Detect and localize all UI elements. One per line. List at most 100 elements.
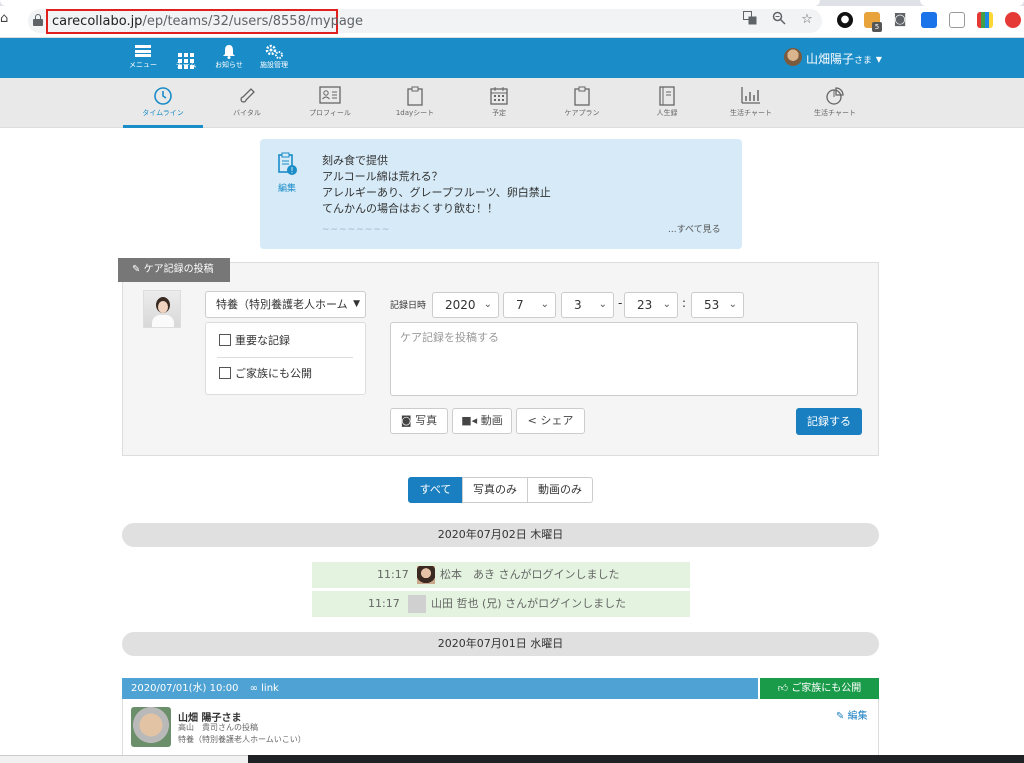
tab-life-record[interactable]: 人生録 bbox=[627, 78, 707, 128]
login-time: 11:17 bbox=[368, 597, 400, 610]
tab-1day-sheet-label: 1dayシート bbox=[395, 109, 435, 117]
tab-timeline-label: タイムライン bbox=[142, 109, 184, 117]
family-public-badge: 👍︎ ご家族にも公開 bbox=[760, 678, 879, 699]
camera-extension-icon[interactable]: ◙ bbox=[892, 12, 908, 28]
video-camera-icon: ■◂ bbox=[461, 414, 478, 427]
login-message: 松本 あき さんがログインしました bbox=[440, 568, 620, 581]
date-divider: 2020年07月02日 木曜日 bbox=[122, 523, 879, 547]
nav-notifications[interactable]: お知らせ bbox=[211, 38, 247, 78]
tab-schedule[interactable]: 予定 bbox=[459, 78, 539, 128]
pdf-extension-icon[interactable] bbox=[949, 12, 965, 28]
tab-profile-label: プロフィール bbox=[309, 109, 351, 117]
url-text[interactable]: carecollabo.jp/ep/teams/32/users/8558/my… bbox=[52, 14, 363, 29]
nav-menu[interactable]: メニュー bbox=[126, 38, 160, 78]
bookmark-star-icon[interactable]: ☆ bbox=[798, 11, 816, 29]
translate-icon[interactable] bbox=[741, 11, 759, 29]
tab-1day-sheet[interactable]: 1dayシート bbox=[375, 78, 455, 128]
day-select[interactable]: 3 ⌄ bbox=[561, 292, 614, 318]
filter-all[interactable]: すべて bbox=[408, 477, 463, 503]
lock-icon[interactable] bbox=[33, 14, 43, 26]
notice-edit-label: 編集 bbox=[277, 184, 296, 194]
checkbox-icon bbox=[219, 367, 231, 379]
tab-profile[interactable]: プロフィール bbox=[290, 78, 370, 128]
family-public-checkbox[interactable]: ご家族にも公開 bbox=[219, 365, 312, 381]
camera-icon: ◙ bbox=[400, 414, 412, 427]
chevron-down-icon: ▾ bbox=[875, 52, 882, 66]
tab-life-record-label: 人生録 bbox=[656, 109, 678, 117]
tab-careplan[interactable]: ケアプラン bbox=[542, 78, 622, 128]
submit-record-button[interactable]: 記録する bbox=[796, 408, 862, 435]
active-browser-tab[interactable] bbox=[0, 0, 820, 6]
login-message: 山田 哲也 (兄) さんがログインしました bbox=[431, 597, 627, 610]
window-extension-icon[interactable] bbox=[921, 12, 937, 28]
date-time-separator: - bbox=[618, 296, 623, 310]
bar-chart-icon bbox=[711, 78, 791, 108]
notice-faded-text: ~~~~~~~~ bbox=[322, 225, 391, 235]
extension-badge-count: 5 bbox=[872, 22, 882, 32]
poster-avatar bbox=[143, 290, 181, 328]
home-icon[interactable]: ⌂ bbox=[0, 12, 14, 26]
chevron-down-icon: ⌄ bbox=[728, 299, 737, 310]
clipboard-icon bbox=[542, 78, 622, 108]
color-extension-icon[interactable] bbox=[977, 12, 993, 28]
care-record-textarea[interactable]: ケア記録を投稿する bbox=[390, 322, 858, 396]
tab-vital[interactable]: バイタル bbox=[207, 78, 287, 128]
nav-menu-label: メニュー bbox=[129, 61, 157, 69]
notice-edit-button[interactable]: ! 編集 bbox=[274, 152, 300, 194]
notice-line: アルコール綿は荒れる？ bbox=[322, 170, 443, 183]
thermometer-icon bbox=[207, 78, 287, 108]
record-link[interactable]: ∞ link bbox=[250, 683, 279, 694]
grid-icon bbox=[170, 38, 202, 69]
nav-facility-label: 施設管理 bbox=[260, 61, 288, 69]
photo-button[interactable]: ◙ 写真 bbox=[390, 408, 448, 434]
record-poster: 高山 貴司さんの投稿 bbox=[178, 723, 258, 732]
facility-select[interactable]: 特養（特別養護老人ホーム ▼ bbox=[205, 291, 366, 318]
checkbox-icon bbox=[219, 334, 231, 346]
nav-notifications-label: お知らせ bbox=[215, 61, 243, 69]
hour-select[interactable]: 23 ⌄ bbox=[624, 292, 678, 318]
clipboard-icon bbox=[375, 78, 455, 108]
tab-life-chart[interactable]: 生活チャート bbox=[711, 78, 791, 128]
share-icon: < bbox=[527, 414, 537, 427]
notice-line: てんかんの場合はおくすり飲む！！ bbox=[322, 202, 498, 215]
notice-text: 刻み食で提供 アルコール綿は荒れる？ アレルギーあり、グレープフルーツ、卵白禁止… bbox=[322, 153, 551, 217]
record-header: 2020/07/01(水) 10:00 ∞ link bbox=[122, 678, 758, 699]
tab-life-chart-pie[interactable]: 生活チャート bbox=[795, 78, 875, 128]
nav-team[interactable]: チーム bbox=[170, 38, 202, 78]
login-time: 11:17 bbox=[377, 568, 409, 581]
minute-select[interactable]: 53 ⌄ bbox=[691, 292, 744, 318]
divider bbox=[217, 357, 353, 358]
zoom-icon[interactable] bbox=[770, 11, 788, 29]
avatar bbox=[417, 566, 435, 584]
filter-video-only[interactable]: 動画のみ bbox=[527, 477, 593, 503]
chevron-down-icon: ⌄ bbox=[662, 299, 671, 310]
share-button[interactable]: < シェア bbox=[516, 408, 585, 434]
video-button[interactable]: ■◂ 動画 bbox=[452, 408, 512, 434]
caret-down-icon: ▼ bbox=[353, 299, 360, 309]
tab-vital-label: バイタル bbox=[233, 109, 261, 117]
time-separator: : bbox=[682, 296, 687, 310]
clock-icon bbox=[123, 78, 203, 108]
nav-team-label: チーム bbox=[175, 61, 197, 69]
bell-icon bbox=[211, 38, 247, 60]
see-all-link[interactable]: ...すべて見る bbox=[668, 222, 721, 235]
url-path: /ep/teams/32/users/8558/mypage bbox=[142, 14, 364, 29]
browser-tab[interactable] bbox=[920, 0, 1024, 6]
tab-timeline[interactable]: タイムライン bbox=[123, 78, 203, 128]
extension-icon[interactable]: ● bbox=[837, 12, 853, 28]
nav-facility[interactable]: 施設管理 bbox=[256, 38, 292, 78]
year-select[interactable]: 2020 ⌄ bbox=[432, 292, 499, 318]
tab-life-chart-pie-label: 生活チャート bbox=[814, 109, 856, 117]
month-select[interactable]: 7 ⌄ bbox=[503, 292, 556, 318]
url-host: carecollabo.jp bbox=[52, 14, 143, 29]
tab-careplan-label: ケアプラン bbox=[564, 109, 600, 117]
filter-photo-only[interactable]: 写真のみ bbox=[462, 477, 528, 503]
chevron-down-icon: ⌄ bbox=[483, 299, 492, 310]
important-checkbox[interactable]: 重要な記録 bbox=[219, 332, 290, 348]
record-edit-button[interactable]: ✎ 編集 bbox=[836, 707, 868, 722]
svg-text:!: ! bbox=[290, 166, 293, 175]
block-extension-icon[interactable] bbox=[1005, 12, 1021, 28]
avatar bbox=[131, 707, 171, 747]
gears-icon bbox=[256, 38, 292, 60]
datetime-label: 記録日時 bbox=[390, 301, 427, 311]
